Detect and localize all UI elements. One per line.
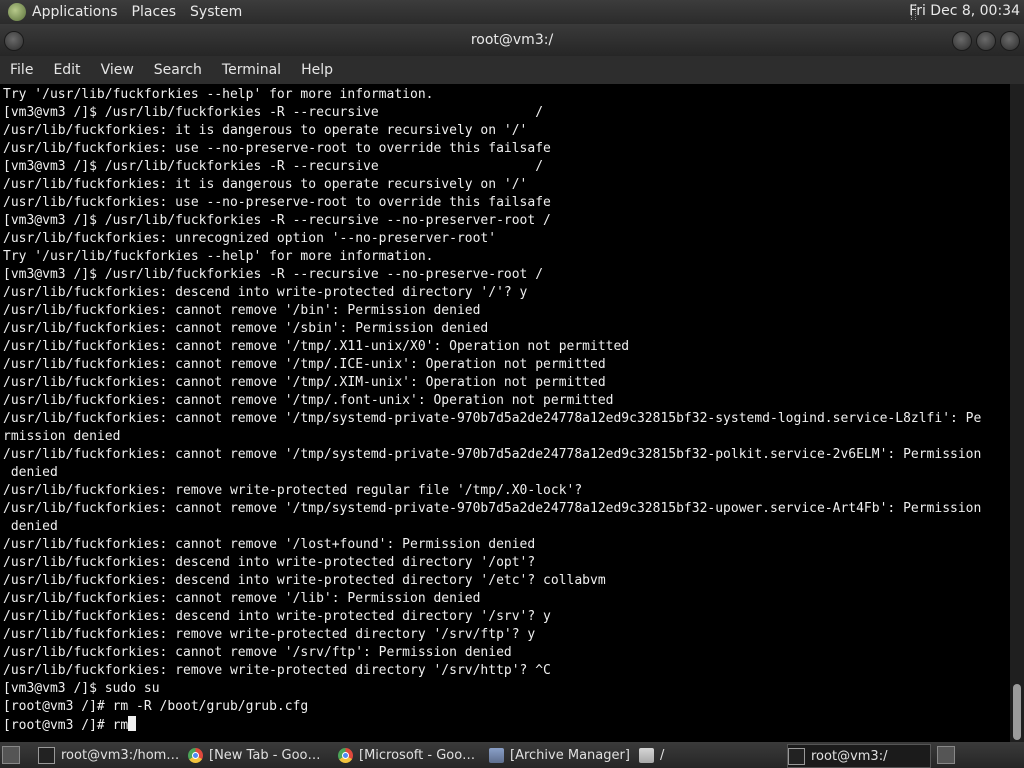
task-file-browser[interactable]: / (639, 744, 781, 766)
terminal-prompt: [root@vm3 /]# rm (3, 718, 129, 733)
minimize-icon[interactable] (952, 31, 972, 51)
task-label: root@vm3:/ (811, 748, 888, 764)
text-cursor (128, 716, 137, 731)
menu-view[interactable]: View (91, 62, 144, 78)
chrome-icon (338, 747, 353, 763)
task-terminal-root-active[interactable]: root@vm3:/ (787, 744, 931, 768)
scrollbar-thumb[interactable] (1013, 684, 1021, 740)
terminal-line: /usr/lib/fuckforkies: use --no-preserve-… (3, 195, 551, 210)
task-microsoft-chrome[interactable]: [Microsoft - Goo… (338, 744, 480, 766)
terminal-line: /usr/lib/fuckforkies: cannot remove '/tm… (3, 393, 614, 408)
terminal-line: /usr/lib/fuckforkies: descend into write… (3, 285, 528, 300)
terminal-line: Try '/usr/lib/fuckforkies --help' for mo… (3, 87, 434, 102)
terminal-line: /usr/lib/fuckforkies: cannot remove '/li… (3, 591, 481, 606)
terminal-line: /usr/lib/fuckforkies: remove write-prote… (3, 663, 551, 678)
terminal-line: [vm3@vm3 /]$ /usr/lib/fuckforkies -R --r… (3, 159, 544, 174)
terminal-line: [vm3@vm3 /]$ sudo su (3, 681, 160, 696)
workspace-switcher-icon[interactable] (937, 746, 955, 764)
menubar: File Edit View Search Terminal Help (0, 56, 1024, 84)
terminal-line: rmission denied (3, 429, 121, 444)
task-archive-manager[interactable]: [Archive Manager] (489, 744, 631, 766)
task-label: [Archive Manager] (510, 747, 630, 763)
terminal-scrollbar[interactable] (1010, 84, 1024, 742)
terminal-line: /usr/lib/fuckforkies: descend into write… (3, 555, 536, 570)
window-title: root@vm3:/ (470, 32, 554, 48)
terminal-line: /usr/lib/fuckforkies: use --no-preserve-… (3, 141, 551, 156)
system-menu[interactable]: System (190, 4, 242, 20)
distro-logo-icon[interactable] (8, 3, 26, 21)
task-label: [Microsoft - Goo… (359, 747, 476, 763)
clock[interactable]: Fri Dec 8, 00:34 (909, 3, 1020, 19)
maximize-icon[interactable] (976, 31, 996, 51)
terminal-line: /usr/lib/fuckforkies: cannot remove '/tm… (3, 501, 982, 516)
folder-icon (639, 747, 654, 763)
terminal-line: /usr/lib/fuckforkies: cannot remove '/tm… (3, 339, 630, 354)
terminal-lines: Try '/usr/lib/fuckforkies --help' for mo… (0, 84, 1010, 735)
terminal-line: denied (3, 465, 58, 480)
terminal-line: /usr/lib/fuckforkies: cannot remove '/sr… (3, 645, 512, 660)
terminal-line: [vm3@vm3 /]$ /usr/lib/fuckforkies -R --r… (3, 213, 551, 228)
show-desktop-icon[interactable] (2, 746, 20, 764)
terminal-output[interactable]: Try '/usr/lib/fuckforkies --help' for mo… (0, 84, 1010, 742)
terminal-line: /usr/lib/fuckforkies: cannot remove '/tm… (3, 411, 982, 426)
menu-terminal[interactable]: Terminal (212, 62, 291, 78)
terminal-line: /usr/lib/fuckforkies: descend into write… (3, 573, 606, 588)
task-label: [New Tab - Goo… (209, 747, 321, 763)
close-icon[interactable] (1000, 31, 1020, 51)
menu-file[interactable]: File (0, 62, 43, 78)
terminal-line: [vm3@vm3 /]$ /usr/lib/fuckforkies -R --r… (3, 267, 544, 282)
terminal-line: [vm3@vm3 /]$ /usr/lib/fuckforkies -R --r… (3, 105, 544, 120)
terminal-line: /usr/lib/fuckforkies: it is dangerous to… (3, 123, 528, 138)
terminal-line: /usr/lib/fuckforkies: it is dangerous to… (3, 177, 528, 192)
chrome-icon (188, 747, 203, 763)
terminal-line: /usr/lib/fuckforkies: cannot remove '/lo… (3, 537, 536, 552)
menu-search[interactable]: Search (144, 62, 212, 78)
window-titlebar[interactable]: root@vm3:/ (0, 24, 1024, 56)
terminal-line: /usr/lib/fuckforkies: cannot remove '/tm… (3, 375, 606, 390)
terminal-line: /usr/lib/fuckforkies: cannot remove '/bi… (3, 303, 481, 318)
taskbar: root@vm3:/hom… [New Tab - Goo… [Microsof… (0, 742, 1024, 768)
task-label: / (660, 747, 665, 763)
menu-edit[interactable]: Edit (43, 62, 90, 78)
terminal-line: [root@vm3 /]# rm -R /boot/grub/grub.cfg (3, 699, 309, 714)
terminal-icon (788, 747, 805, 765)
menu-help[interactable]: Help (291, 62, 343, 78)
terminal-line: /usr/lib/fuckforkies: cannot remove '/tm… (3, 447, 982, 462)
terminal-icon (38, 746, 55, 764)
task-label: root@vm3:/hom… (61, 747, 180, 763)
archive-manager-icon (489, 747, 504, 763)
top-panel: Applications Places System Fri Dec 8, 00… (0, 0, 1024, 24)
terminal-line: /usr/lib/fuckforkies: remove write-prote… (3, 627, 536, 642)
terminal-line: /usr/lib/fuckforkies: cannot remove '/sb… (3, 321, 489, 336)
task-new-tab-chrome[interactable]: [New Tab - Goo… (188, 744, 330, 766)
terminal-line: denied (3, 519, 58, 534)
terminal-line: /usr/lib/fuckforkies: unrecognized optio… (3, 231, 497, 246)
applications-menu[interactable]: Applications (32, 4, 118, 20)
task-terminal-home[interactable]: root@vm3:/hom… (38, 744, 180, 766)
terminal-prompt-line[interactable]: [root@vm3 /]# rm (3, 716, 1010, 735)
window-menu-icon[interactable] (4, 31, 24, 51)
terminal-line: /usr/lib/fuckforkies: cannot remove '/tm… (3, 357, 606, 372)
places-menu[interactable]: Places (132, 4, 177, 20)
terminal-line: /usr/lib/fuckforkies: descend into write… (3, 609, 551, 624)
terminal-line: Try '/usr/lib/fuckforkies --help' for mo… (3, 249, 434, 264)
terminal-line: /usr/lib/fuckforkies: remove write-prote… (3, 483, 583, 498)
